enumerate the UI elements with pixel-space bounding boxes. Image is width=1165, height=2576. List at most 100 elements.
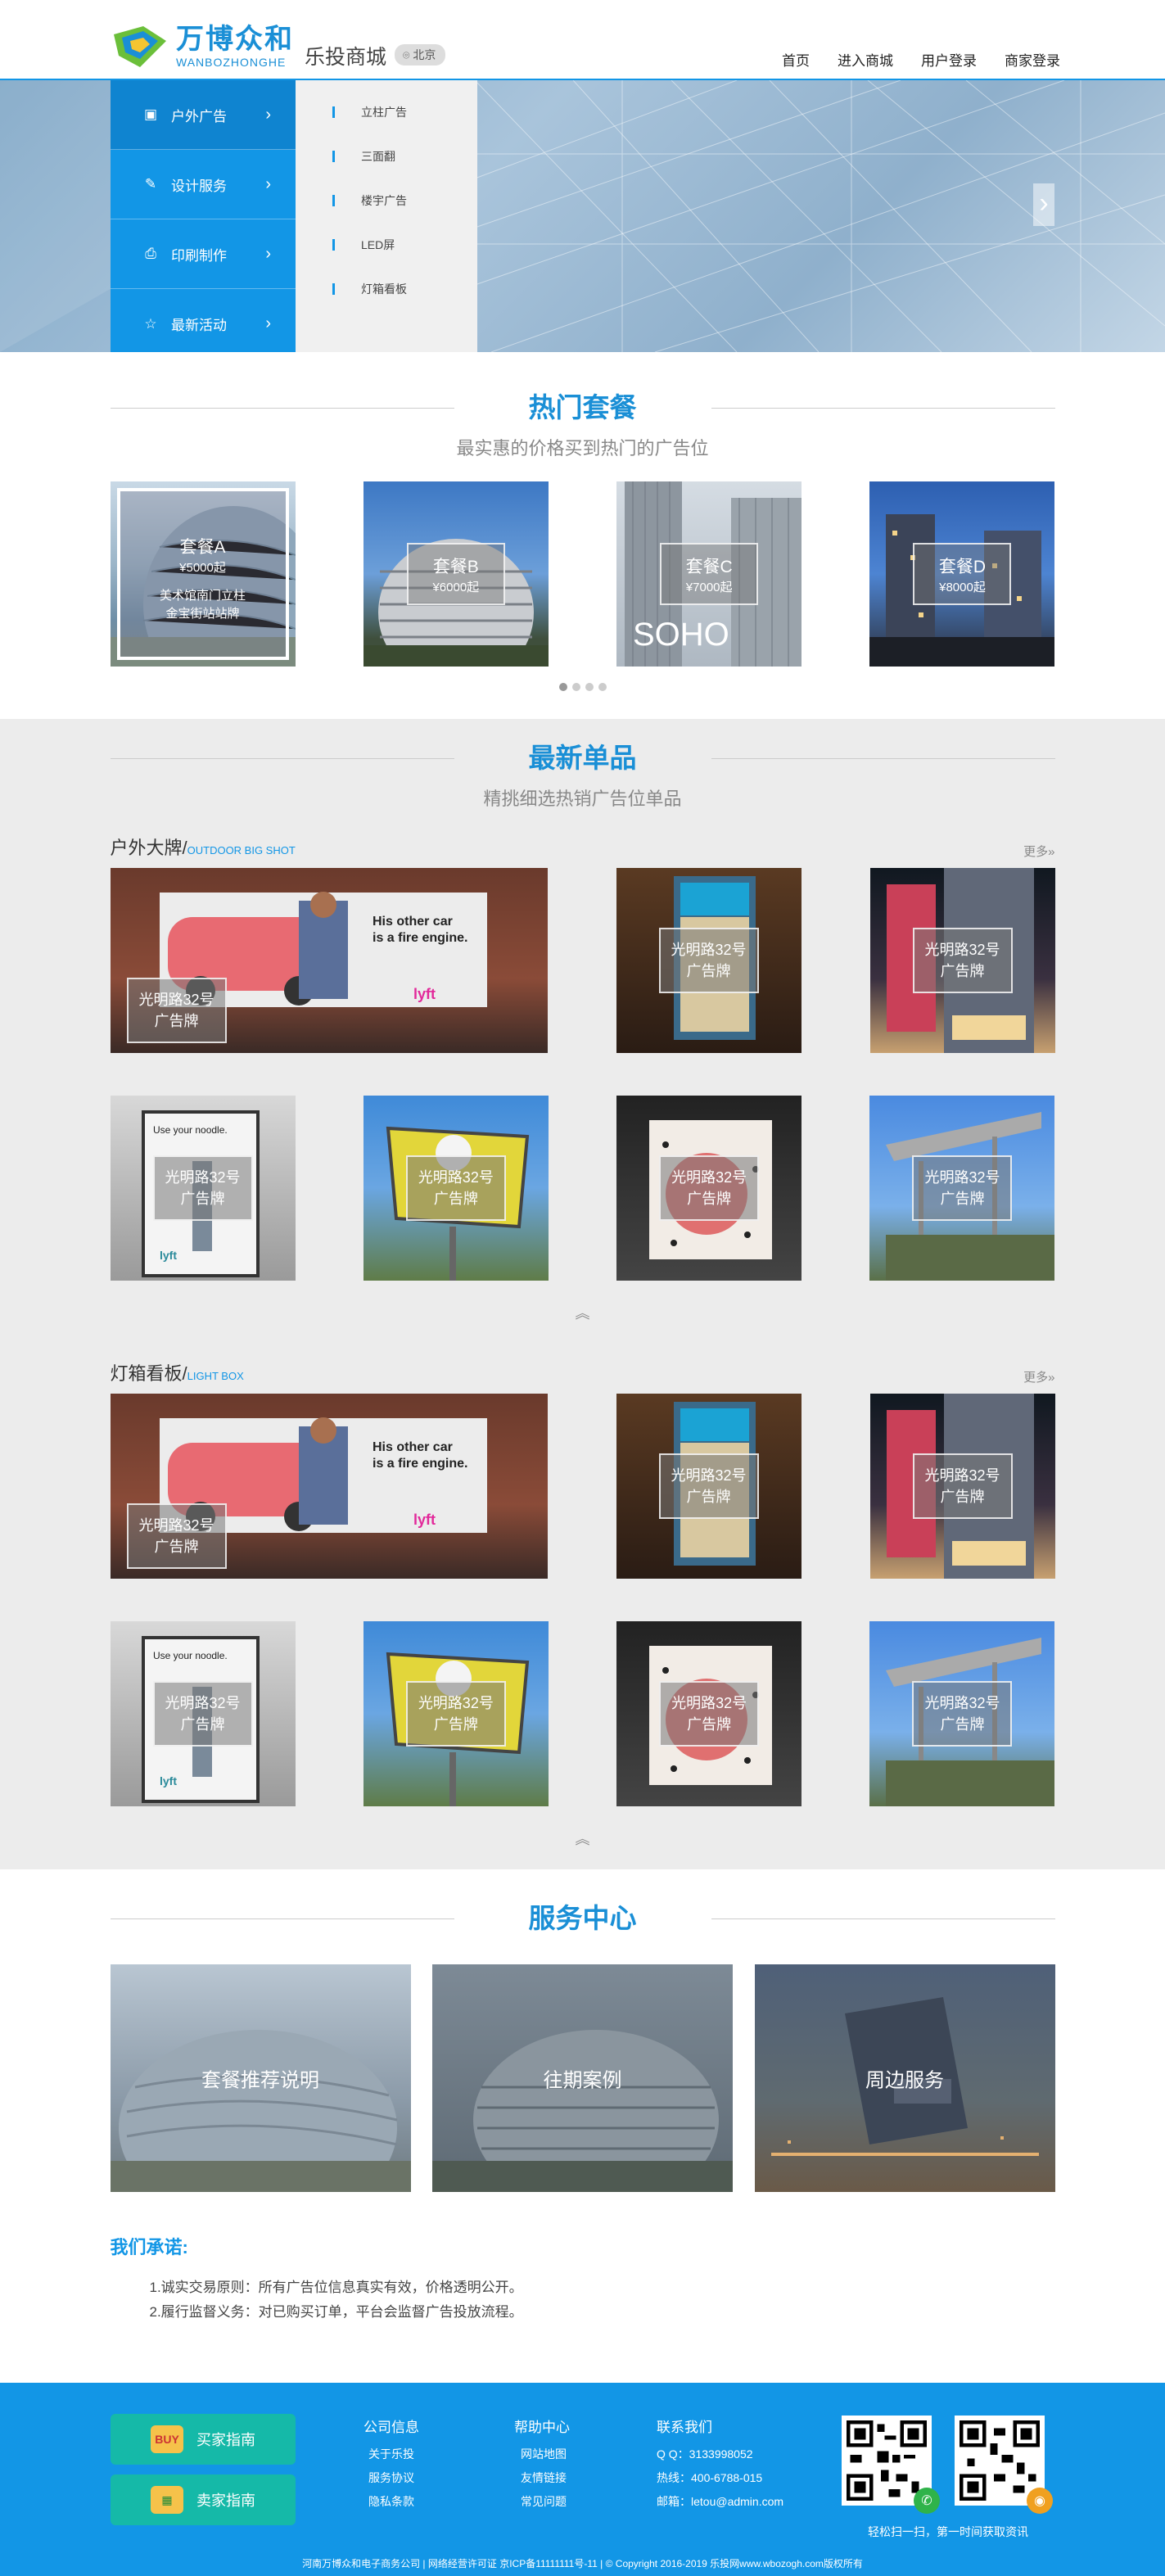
service-card[interactable]: 套餐推荐说明 bbox=[110, 1964, 411, 2192]
product-card[interactable]: 光明路32号 广告牌 bbox=[869, 1096, 1055, 1281]
card-line1: 光明路32号 bbox=[924, 1467, 1000, 1484]
nav-enter-mall[interactable]: 进入商城 bbox=[838, 49, 893, 70]
service-card[interactable]: 周边服务 bbox=[754, 1964, 1055, 2192]
menu-printing[interactable]: ⎙ 印刷制作 › bbox=[111, 219, 296, 289]
card-line1: 光明路32号 bbox=[165, 1169, 241, 1186]
footer-link[interactable]: 友情链接 bbox=[514, 2466, 570, 2490]
package-desc: 美术馆南门立柱 金宝街站站牌 bbox=[159, 589, 246, 621]
card-line2: 广告牌 bbox=[154, 1013, 199, 1029]
card-line2: 广告牌 bbox=[940, 1716, 985, 1733]
service-card[interactable]: 往期案例 bbox=[432, 1964, 733, 2192]
product-card[interactable]: 光明路32号 广告牌 bbox=[616, 1096, 802, 1281]
card-line1: 光明路32号 bbox=[138, 992, 214, 1008]
svg-text:Use your noodle.: Use your noodle. bbox=[153, 1124, 228, 1136]
package-name: 套餐C bbox=[685, 557, 733, 576]
product-card[interactable]: Use your noodle. lyft 光明路32号 广告牌 bbox=[110, 1096, 296, 1281]
submenu-item[interactable]: 三面翻 bbox=[296, 134, 477, 179]
svg-text:His other car: His other car bbox=[373, 1440, 453, 1454]
product-card[interactable]: 光明路32号 广告牌 bbox=[363, 1096, 549, 1281]
weibo-icon: ◉ bbox=[1027, 2488, 1053, 2514]
package-card[interactable]: 套餐D ¥8000起 bbox=[869, 481, 1055, 667]
site-footer: BUY 买家指南 ▦ 卖家指南 公司信息 关于乐投 服务协议 隐私条款 帮助中心… bbox=[0, 2383, 1165, 2576]
seller-guide-button[interactable]: ▦ 卖家指南 bbox=[111, 2474, 296, 2525]
promise-item: 2.履行监督义务：对已购买订单，平台会监督广告投放流程。 bbox=[149, 2304, 523, 2320]
card-line2: 广告牌 bbox=[686, 963, 731, 979]
banner-next-button[interactable]: › bbox=[1033, 183, 1054, 226]
product-grid: Use your noodle. lyft 光明路32号 广告牌 光明路32号 广告牌… bbox=[110, 1096, 1055, 1281]
submenu-item[interactable]: 楼宇广告 bbox=[296, 179, 477, 223]
footer-col-help: 帮助中心 网站地图 友情链接 常见问题 bbox=[514, 2416, 570, 2514]
buyer-guide-button[interactable]: BUY 买家指南 bbox=[111, 2414, 296, 2465]
nav-user-login[interactable]: 用户登录 bbox=[921, 49, 977, 70]
footer-link[interactable]: 服务协议 bbox=[363, 2466, 419, 2490]
seller-guide-label: 卖家指南 bbox=[196, 2492, 255, 2509]
location-pin-icon: ⌾ bbox=[403, 47, 410, 61]
more-link[interactable]: 更多» bbox=[1023, 843, 1054, 860]
package-card[interactable]: SOHO 套餐C ¥7000起 bbox=[616, 481, 802, 667]
logo[interactable]: 万博众和 WANBOZHONGHE bbox=[111, 23, 294, 70]
product-card[interactable]: 光明路32号 广告牌 bbox=[869, 1394, 1055, 1579]
submenu-item[interactable]: LED屏 bbox=[296, 223, 477, 267]
service-center-section: 服务中心 套餐推荐说明 往期案例 周边服务 我们承诺: 1.诚实交易原则：所有广… bbox=[110, 1897, 1055, 2325]
carousel-dot[interactable] bbox=[585, 683, 594, 691]
svg-text:Use your noodle.: Use your noodle. bbox=[153, 1650, 228, 1661]
card-line2: 广告牌 bbox=[433, 1191, 478, 1207]
footer-col-title: 帮助中心 bbox=[514, 2420, 570, 2435]
product-card[interactable]: His other car is a fire engine. lyft 光明路32… bbox=[110, 868, 548, 1053]
product-card[interactable]: 光明路32号 广告牌 bbox=[616, 868, 802, 1053]
svg-text:lyft: lyft bbox=[160, 1249, 177, 1262]
site-header: 万博众和 WANBOZHONGHE 乐投商城 ⌾ 北京 首页 进入商城 用户登录… bbox=[0, 0, 1165, 80]
card-line1: 光明路32号 bbox=[671, 1467, 747, 1484]
product-card[interactable]: 光明路32号 广告牌 bbox=[363, 1621, 549, 1806]
card-line1: 光明路32号 bbox=[671, 1169, 747, 1186]
more-link[interactable]: 更多» bbox=[1023, 1368, 1054, 1385]
collapse-up-icon[interactable]: ︽ bbox=[111, 1828, 1055, 1849]
card-line2: 广告牌 bbox=[180, 1716, 225, 1733]
card-line2: 广告牌 bbox=[154, 1539, 199, 1555]
section-title: 最新单品 bbox=[512, 737, 653, 780]
category-title: 户外大牌/OUTDOOR BIG SHOT bbox=[110, 838, 296, 858]
footer-col-title: 公司信息 bbox=[363, 2420, 419, 2435]
card-line1: 光明路32号 bbox=[924, 942, 1000, 958]
wechat-qr-code: ✆ bbox=[842, 2416, 940, 2514]
product-card[interactable]: Use your noodle. lyft 光明路32号 广告牌 bbox=[110, 1621, 296, 1806]
carousel-dot[interactable] bbox=[598, 683, 607, 691]
footer-link[interactable]: 关于乐投 bbox=[363, 2443, 419, 2466]
city-selector[interactable]: ⌾ 北京 bbox=[395, 44, 446, 66]
footer-contact-phone: 热线：400-6788-015 bbox=[657, 2471, 763, 2484]
package-card[interactable]: 套餐B ¥6000起 bbox=[363, 481, 549, 667]
nav-merchant-login[interactable]: 商家登录 bbox=[1005, 49, 1060, 70]
buy-icon: BUY bbox=[151, 2425, 183, 2453]
footer-contact-email[interactable]: 邮箱：letou@admin.com bbox=[657, 2490, 783, 2514]
footer-link[interactable]: 常见问题 bbox=[514, 2490, 570, 2514]
product-card[interactable]: 光明路32号 广告牌 bbox=[869, 868, 1055, 1053]
top-nav: 首页 进入商城 用户登录 商家登录 bbox=[782, 49, 1060, 70]
carousel-dot[interactable] bbox=[558, 683, 567, 691]
promise-block: 我们承诺: 1.诚实交易原则：所有广告位信息真实有效，价格透明公开。 2.履行监… bbox=[111, 2233, 1055, 2325]
product-card[interactable]: 光明路32号 广告牌 bbox=[616, 1621, 802, 1806]
submenu-item[interactable]: 灯箱看板 bbox=[296, 267, 477, 311]
footer-link[interactable]: 隐私条款 bbox=[363, 2490, 419, 2514]
submenu-item[interactable]: 立柱广告 bbox=[296, 90, 477, 134]
section-title: 热门套餐 bbox=[512, 386, 653, 429]
package-price: ¥7000起 bbox=[685, 580, 733, 594]
product-grid: His other car is a fire engine. lyft 光明路32… bbox=[110, 1394, 1055, 1579]
package-name: 套餐A bbox=[179, 538, 226, 557]
collapse-up-icon[interactable]: ︽ bbox=[111, 1302, 1055, 1323]
menu-design-service[interactable]: ✎ 设计服务 › bbox=[111, 150, 296, 219]
footer-link[interactable]: 网站地图 bbox=[514, 2443, 570, 2466]
svg-text:is a fire engine.: is a fire engine. bbox=[373, 931, 467, 945]
menu-outdoor-ads[interactable]: ▣ 户外广告 › bbox=[111, 80, 296, 150]
svg-text:lyft: lyft bbox=[413, 986, 436, 1002]
product-card[interactable]: 光明路32号 广告牌 bbox=[616, 1394, 802, 1579]
carousel-dot[interactable] bbox=[571, 683, 580, 691]
nav-home[interactable]: 首页 bbox=[782, 49, 810, 70]
category-header: 户外大牌/OUTDOOR BIG SHOT 更多» bbox=[111, 834, 1055, 860]
menu-item-label: 设计服务 bbox=[171, 178, 227, 194]
product-card[interactable]: 光明路32号 广告牌 bbox=[869, 1621, 1055, 1806]
package-card[interactable]: 套餐A ¥5000起 美术馆南门立柱 金宝街站站牌 bbox=[110, 481, 296, 667]
print-icon: ⎙ bbox=[145, 246, 156, 261]
package-price: ¥6000起 bbox=[432, 580, 480, 594]
menu-latest-events[interactable]: ☆ 最新活动 › bbox=[111, 289, 296, 352]
product-card[interactable]: His other car is a fire engine. lyft 光明路32… bbox=[110, 1394, 548, 1579]
